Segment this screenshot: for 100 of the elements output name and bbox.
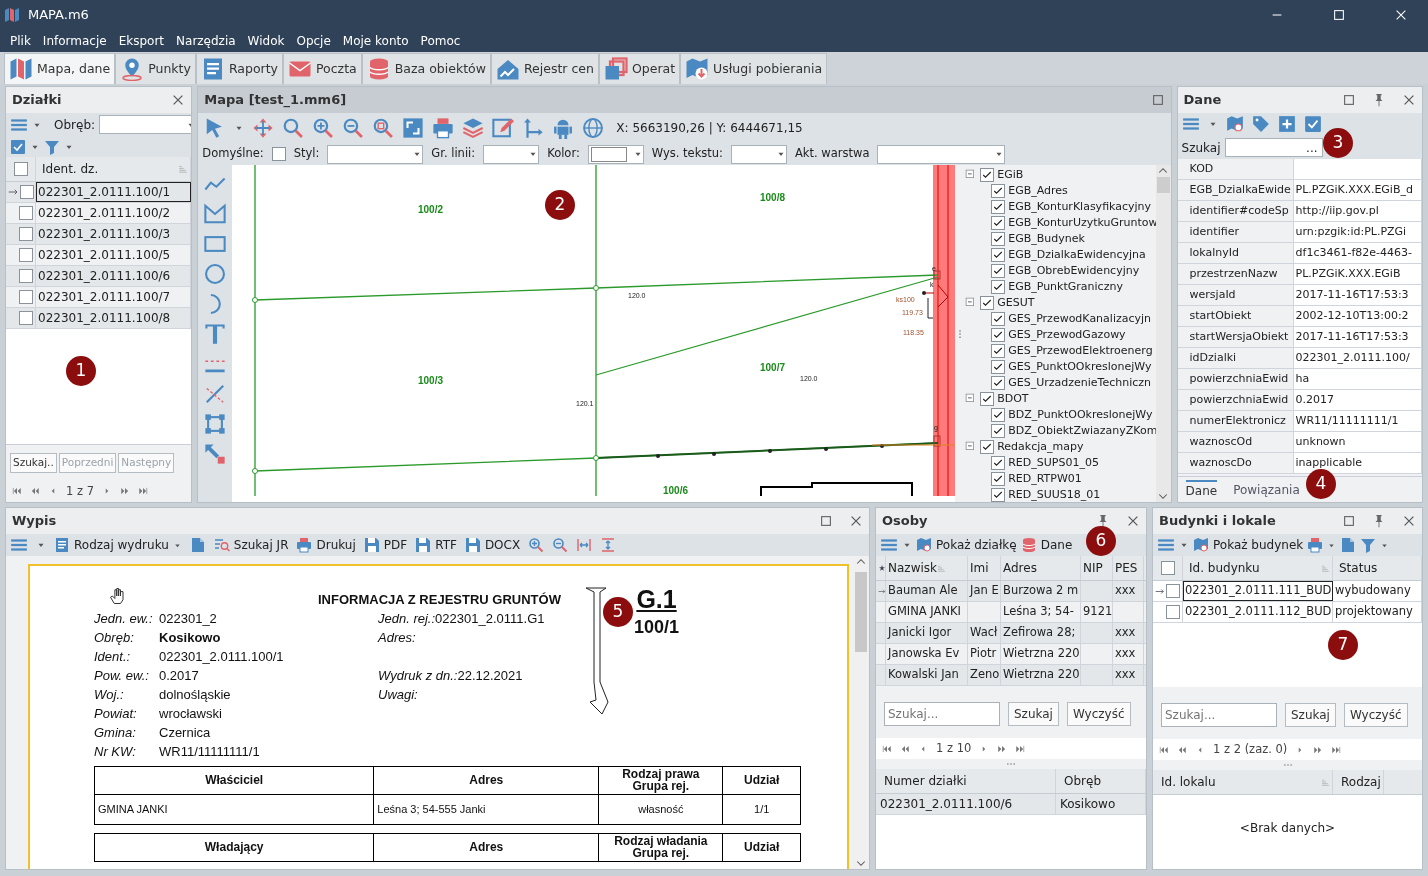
checkbox[interactable]: [991, 232, 1006, 246]
edit-icon[interactable]: [492, 117, 515, 139]
toolbar-button[interactable]: Dane: [1040, 536, 1073, 554]
search-document-icon[interactable]: [213, 537, 230, 553]
close-icon[interactable]: [1126, 514, 1140, 528]
layer-name[interactable]: EGB_KonturUzytkuGruntow: [1008, 214, 1158, 232]
column-header[interactable]: Id. lokalu: [1161, 773, 1216, 792]
layer-name[interactable]: EGiB: [997, 166, 1024, 184]
checkbox[interactable]: [991, 200, 1006, 214]
ribbon-tab[interactable]: Usługi pobierania: [680, 53, 828, 84]
column-header[interactable]: Rodzaj: [1333, 770, 1384, 795]
ribbon-tab[interactable]: Rejestr cen: [490, 53, 599, 84]
button[interactable]: Wyczyść: [1343, 703, 1408, 727]
ribbon-tab[interactable]: Poczta: [283, 53, 362, 84]
save-icon[interactable]: [363, 537, 380, 553]
select-all-icon[interactable]: [10, 139, 26, 155]
checkbox[interactable]: [19, 311, 33, 325]
checkbox[interactable]: [991, 456, 1006, 470]
fit-height-icon[interactable]: [600, 537, 617, 553]
scrollbar-thumb[interactable]: [855, 572, 867, 652]
maximize-icon[interactable]: [1342, 93, 1356, 107]
layer-name[interactable]: RED_SUPS01_05: [1008, 454, 1099, 472]
checkbox[interactable]: [19, 227, 33, 241]
page-back-icon[interactable]: [1177, 744, 1187, 755]
layer-name[interactable]: GES_PunktOOkreslonejWy: [1008, 358, 1152, 376]
checkbox[interactable]: [991, 248, 1006, 262]
checkbox[interactable]: [991, 184, 1006, 198]
zoom-in-icon[interactable]: [528, 537, 545, 553]
menu-item[interactable]: Eksport: [112, 32, 171, 50]
maximize-icon[interactable]: [1332, 8, 1346, 22]
layer-name[interactable]: EGB_Adres: [1008, 182, 1068, 200]
layer-name[interactable]: EGB_ObrebEwidencyjny: [1008, 262, 1140, 280]
checkbox[interactable]: [19, 290, 33, 304]
search-field[interactable]: Szukaj...: [1161, 703, 1277, 727]
select-field[interactable]: [483, 144, 540, 164]
circle-icon[interactable]: [204, 263, 227, 285]
column-header[interactable]: Imi: [970, 559, 989, 577]
layers-icon[interactable]: [462, 117, 485, 139]
globe-icon[interactable]: [582, 117, 605, 139]
column-header[interactable]: Id. budynku: [1189, 559, 1260, 577]
layer-name[interactable]: GES_PrzewodGazowy: [1008, 326, 1126, 344]
select-field[interactable]: [731, 144, 787, 164]
button[interactable]: Szukaj: [1008, 702, 1059, 726]
checkbox[interactable]: [991, 472, 1006, 486]
button[interactable]: Szukaj..: [10, 453, 57, 473]
column-header[interactable]: PES: [1115, 559, 1138, 577]
map-search-icon[interactable]: [916, 537, 932, 553]
rectangle-icon[interactable]: [204, 233, 227, 255]
menu-icon[interactable]: [1181, 115, 1200, 133]
toolbar-button[interactable]: Szukaj JR: [233, 536, 289, 554]
zoom-window-icon[interactable]: [372, 117, 395, 139]
column-header[interactable]: Status: [1339, 559, 1378, 577]
page-icon[interactable]: [189, 537, 206, 553]
map-search-icon[interactable]: [1193, 537, 1209, 553]
checkbox[interactable]: [991, 488, 1006, 502]
menu-item[interactable]: Widok: [241, 32, 291, 50]
first-page-icon[interactable]: [1159, 744, 1169, 755]
checkbox[interactable]: [13, 162, 28, 176]
layer-name[interactable]: RED_RTPW01: [1008, 470, 1082, 488]
layer-name[interactable]: BDZ_ObiektZwiazanyZKom: [1008, 422, 1158, 440]
search-field[interactable]: ...: [1224, 138, 1323, 157]
table-cell[interactable]: 022301_2.0111.100/5: [36, 245, 192, 265]
last-page-icon[interactable]: [1015, 743, 1026, 754]
button[interactable]: Szukaj: [1285, 703, 1336, 727]
toolbar-button[interactable]: Rodzaj wydruku: [74, 536, 169, 554]
layer-name[interactable]: RED_SUUS18_01: [1008, 486, 1101, 502]
checkbox[interactable]: [991, 328, 1006, 342]
layer-name[interactable]: GESUT: [997, 294, 1035, 312]
obreb-select[interactable]: [99, 115, 192, 134]
filter-icon[interactable]: [44, 139, 60, 155]
print-icon[interactable]: [432, 117, 455, 139]
select-field[interactable]: [877, 144, 1006, 164]
database-icon[interactable]: [1020, 537, 1037, 553]
print-icon[interactable]: [1307, 537, 1324, 553]
text-tool-icon[interactable]: [204, 323, 227, 345]
checkbox[interactable]: [271, 147, 286, 161]
menu-item[interactable]: Informacje: [36, 32, 113, 50]
zoom-out-icon[interactable]: [342, 117, 365, 139]
ribbon-tab[interactable]: Operat: [598, 53, 681, 84]
menu-item[interactable]: Pomoc: [414, 32, 467, 50]
robot-icon[interactable]: [552, 117, 575, 139]
last-page-icon[interactable]: [138, 486, 148, 497]
checkbox[interactable]: [991, 424, 1006, 438]
layer-name[interactable]: Redakcja_mapy: [997, 438, 1084, 456]
checkbox[interactable]: [991, 280, 1006, 294]
checkbox[interactable]: [980, 168, 995, 182]
layer-name[interactable]: EGB_DzialkaEwidencyjna: [1008, 246, 1146, 264]
menu-item[interactable]: Narzędzia: [170, 32, 242, 50]
add-icon[interactable]: [1277, 115, 1296, 133]
close-icon[interactable]: [849, 514, 863, 528]
layer-name[interactable]: EGB_KonturKlasyfikacyjny: [1008, 198, 1152, 216]
maximize-icon[interactable]: [819, 514, 833, 528]
polygon-icon[interactable]: [204, 203, 227, 225]
pan-icon[interactable]: [252, 117, 275, 139]
layer-name[interactable]: EGB_PunktGraniczny: [1008, 278, 1123, 296]
checkbox[interactable]: [1166, 605, 1180, 619]
maximize-icon[interactable]: [1342, 514, 1356, 528]
first-page-icon[interactable]: [12, 486, 22, 497]
save-icon[interactable]: [415, 537, 432, 553]
checkbox[interactable]: [991, 408, 1006, 422]
